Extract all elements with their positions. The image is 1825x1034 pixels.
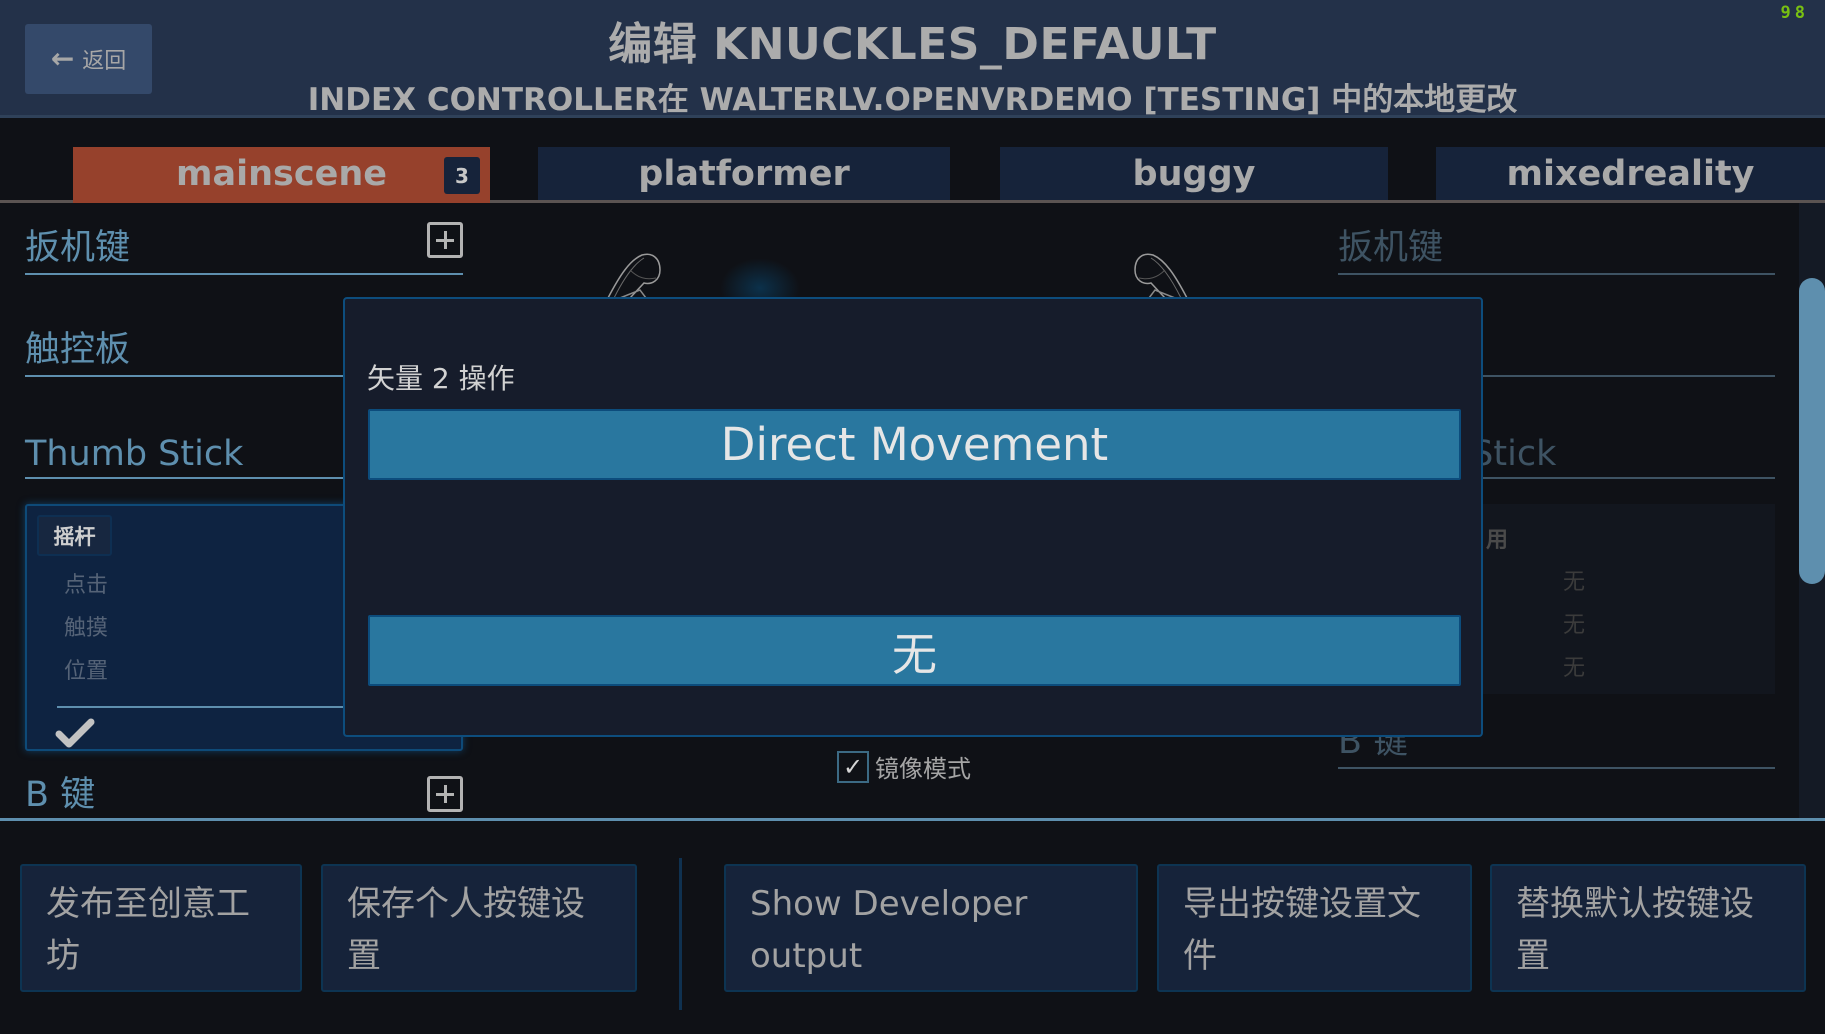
section-label: 扳机键 [25,228,131,268]
tab-mixedreality[interactable]: mixedreality [1436,147,1825,203]
tab-buggy[interactable]: buggy [1000,147,1388,203]
tab-platformer[interactable]: platformer [538,147,950,203]
tab-mainscene[interactable]: mainscene 3 [73,147,490,203]
fps-counter: 98 [1780,3,1809,23]
add-binding-trigger-icon[interactable] [427,222,463,258]
export-binding-file-button[interactable]: 导出按键设置文件 [1157,864,1472,992]
section-label: Thumb Stick [25,434,244,474]
tab-label: mixedreality [1506,153,1755,194]
section-trigger-right[interactable]: 扳机键 [1338,228,1775,275]
save-personal-binding-button[interactable]: 保存个人按键设置 [321,864,637,992]
scrollbar-thumb[interactable] [1799,278,1825,584]
publish-workshop-button[interactable]: 发布至创意工坊 [20,864,302,992]
mirror-mode-checkbox[interactable]: ✓ 镜像模式 [837,749,971,784]
option-direct-movement[interactable]: Direct Movement [368,409,1461,480]
section-label: 触控板 [25,330,131,370]
binding-value: 无 [1563,656,1586,681]
tab-label: platformer [638,153,850,194]
page-title: 编辑 KNUCKLES_DEFAULT [608,19,1217,70]
stick-mode-tag[interactable]: 摇杆 [37,515,112,556]
binding-value: 无 [1563,570,1586,595]
binding-value: 无 [1563,613,1586,638]
vector2-action-modal: 矢量 2 操作 Direct Movement 无 [343,297,1483,737]
option-none[interactable]: 无 [368,615,1461,686]
change-count-badge: 3 [444,157,480,194]
bottom-divider [679,858,682,1010]
card-row-label: 用 [1486,528,1509,553]
modal-heading: 矢量 2 操作 [367,362,515,395]
section-b-button-left[interactable]: B 键 [25,774,463,820]
stick-item-touch[interactable]: 触摸 [64,610,108,642]
tab-label: mainscene [176,153,387,194]
left-controller-icon [607,253,661,299]
tab-label: buggy [1132,153,1256,194]
mirror-mode-label: 镜像模式 [875,755,971,783]
stick-item-click[interactable]: 点击 [64,567,108,599]
right-controller-icon [1134,253,1188,299]
section-label: 扳机键 [1338,228,1444,268]
header: ← 返回 编辑 KNUCKLES_DEFAULT INDEX CONTROLLE… [0,0,1825,118]
section-trigger-left[interactable]: 扳机键 [25,228,463,275]
bottom-separator [0,818,1825,821]
stick-item-position[interactable]: 位置 [64,653,108,685]
add-binding-b-icon[interactable] [427,776,463,812]
section-label: B 键 [25,775,96,815]
checkbox-checked-icon[interactable]: ✓ [837,750,869,783]
page-subtitle: INDEX CONTROLLER在 WALTERLV.OPENVRDEMO [T… [307,82,1518,118]
checkmark-icon[interactable] [55,716,95,750]
replace-default-binding-button[interactable]: 替换默认按键设置 [1490,864,1806,992]
show-developer-output-button[interactable]: Show Developer output [724,864,1138,992]
